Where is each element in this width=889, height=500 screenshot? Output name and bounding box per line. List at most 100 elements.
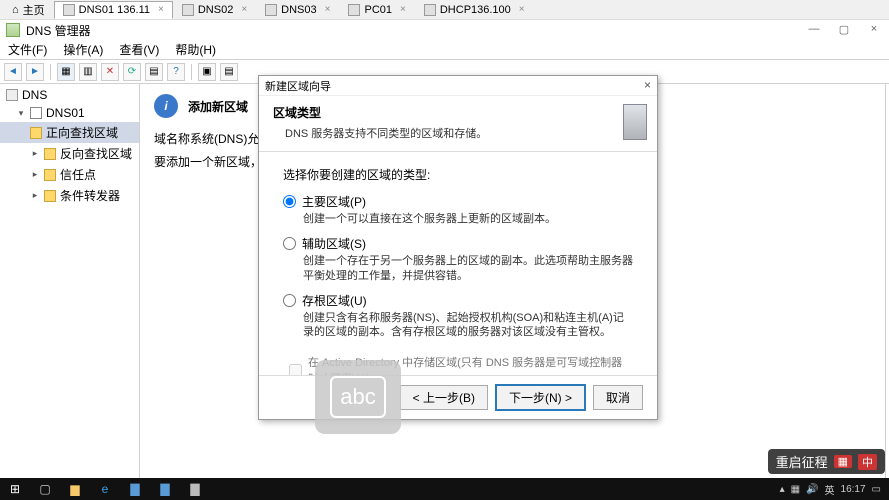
explorer-icon[interactable]: ▆ — [60, 478, 90, 500]
folder-icon — [44, 169, 56, 181]
menu-bar: 文件(F) 操作(A) 查看(V) 帮助(H) — [0, 40, 889, 60]
caret-icon[interactable]: ▸ — [30, 148, 40, 159]
tray-sound-icon[interactable]: 🔊 — [806, 484, 818, 495]
caret-icon[interactable]: ▸ — [30, 190, 40, 201]
ie-icon[interactable]: e — [90, 478, 120, 500]
vm-icon — [424, 4, 436, 16]
maximize-button[interactable]: ▢ — [829, 20, 859, 38]
task-view-icon[interactable]: ▢ — [30, 478, 60, 500]
tree-root-dns[interactable]: DNS — [0, 86, 139, 104]
refresh-button[interactable]: ⟳ — [123, 63, 141, 81]
wizard-prompt: 选择你要创建的区域的类型: — [283, 166, 633, 183]
dns-icon — [6, 89, 18, 101]
tree-label: DNS01 — [46, 106, 85, 120]
close-icon[interactable]: × — [325, 4, 331, 15]
back-button[interactable] — [4, 63, 22, 81]
tray-network-icon[interactable]: ▦ — [791, 484, 800, 495]
system-tray: ▴ ▦ 🔊 英 16:17 ▭ — [780, 482, 889, 497]
wizard-title-bar[interactable]: 新建区域向导 × — [259, 76, 657, 96]
vm-tab-dns02[interactable]: DNS02 × — [173, 1, 256, 19]
ime-indicator: abc — [315, 360, 401, 434]
close-icon[interactable]: × — [400, 4, 406, 15]
tree-server[interactable]: ▾ DNS01 — [0, 104, 139, 122]
menu-view[interactable]: 查看(V) — [119, 41, 159, 58]
folder-icon — [44, 148, 56, 160]
tree-pane: DNS ▾ DNS01 正向查找区域 ▸ 反向查找区域 ▸ 信任点 ▸ 条件转发… — [0, 84, 140, 484]
radio-secondary[interactable] — [283, 237, 296, 250]
caret-icon[interactable]: ▸ — [30, 169, 40, 180]
wizard-body: 选择你要创建的区域的类型: 主要区域(P) 创建一个可以直接在这个服务器上更新的… — [259, 152, 657, 375]
home-icon: ⌂ — [12, 4, 19, 16]
minimize-button[interactable]: — — [799, 20, 829, 38]
server-icon — [30, 107, 42, 119]
tray-clock[interactable]: 16:17 — [841, 484, 866, 495]
tray-notification-icon[interactable]: ▭ — [872, 484, 881, 495]
separator — [191, 64, 192, 80]
vm-tab-dhcp[interactable]: DHCP136.100 × — [415, 1, 534, 19]
vm-icon — [265, 4, 277, 16]
window-controls: — ▢ × — [799, 20, 889, 38]
option-label: 主要区域(P) — [302, 193, 366, 210]
option-stub-zone[interactable]: 存根区域(U) — [283, 292, 633, 309]
vm-icon — [348, 4, 360, 16]
tree-trust-points[interactable]: ▸ 信任点 — [0, 164, 139, 185]
option-secondary-zone[interactable]: 辅助区域(S) — [283, 235, 633, 252]
app-icon-3[interactable]: ▇ — [180, 478, 210, 500]
next-button[interactable]: 下一步(N) > — [496, 385, 585, 410]
tree-forward-zones[interactable]: 正向查找区域 — [0, 122, 139, 143]
vm-tab-label: DHCP136.100 — [440, 4, 511, 16]
tree-reverse-zones[interactable]: ▸ 反向查找区域 — [0, 143, 139, 164]
tray-up-icon[interactable]: ▴ — [780, 484, 785, 495]
tree-conditional-fwd[interactable]: ▸ 条件转发器 — [0, 185, 139, 206]
app-icon-1[interactable]: ▇ — [120, 478, 150, 500]
vm-tab-dns03[interactable]: DNS03 × — [256, 1, 339, 19]
back-button[interactable]: < 上一步(B) — [400, 385, 488, 410]
show-hide-button[interactable]: ▥ — [79, 63, 97, 81]
cancel-button[interactable]: 取消 — [593, 385, 643, 410]
start-button[interactable] — [0, 478, 30, 500]
folder-icon — [44, 190, 56, 202]
radio-primary[interactable] — [283, 195, 296, 208]
vm-tab-home[interactable]: ⌂ 主页 — [3, 0, 54, 21]
right-pane-separator[interactable] — [885, 84, 889, 484]
watermark: 重启征程 ▦ 中 — [768, 449, 885, 474]
option-label: 辅助区域(S) — [302, 235, 366, 252]
vm-tab-bar: ⌂ 主页 DNS01 136.11 × DNS02 × DNS03 × PC01… — [0, 0, 889, 20]
up-button[interactable]: ▦ — [57, 63, 75, 81]
ime-text: abc — [330, 376, 385, 418]
close-icon[interactable]: × — [519, 4, 525, 15]
wizard-title: 新建区域向导 — [265, 78, 331, 94]
menu-file[interactable]: 文件(F) — [8, 41, 47, 58]
vm-tab-pc01[interactable]: PC01 × — [339, 1, 414, 19]
tool-icon-2[interactable]: ▤ — [220, 63, 238, 81]
wizard-close-button[interactable]: × — [644, 78, 651, 92]
option-label: 存根区域(U) — [302, 292, 367, 309]
help-button[interactable]: ? — [167, 63, 185, 81]
watermark-text: 重启征程 — [776, 452, 828, 471]
export-button[interactable]: ▤ — [145, 63, 163, 81]
close-icon[interactable]: × — [158, 4, 164, 15]
window-title-bar: DNS 管理器 — [0, 20, 889, 40]
vm-tab-label: DNS03 — [281, 4, 316, 16]
option-primary-zone[interactable]: 主要区域(P) — [283, 193, 633, 210]
forward-button[interactable] — [26, 63, 44, 81]
app-icon-2[interactable]: ▇ — [150, 478, 180, 500]
tray-ime-icon[interactable]: 英 — [825, 482, 835, 497]
delete-button[interactable]: ✕ — [101, 63, 119, 81]
tool-icon-1[interactable]: ▣ — [198, 63, 216, 81]
caret-icon[interactable]: ▾ — [16, 108, 26, 119]
tree-label: 条件转发器 — [60, 187, 120, 204]
folder-icon — [30, 127, 42, 139]
menu-action[interactable]: 操作(A) — [63, 41, 103, 58]
tree-label: 信任点 — [60, 166, 96, 183]
window-title: DNS 管理器 — [26, 22, 91, 39]
menu-help[interactable]: 帮助(H) — [175, 41, 216, 58]
wizard-header-sub: DNS 服务器支持不同类型的区域和存储。 — [285, 125, 643, 141]
vm-tab-dns01[interactable]: DNS01 136.11 × — [54, 1, 173, 19]
content-heading: 添加新区域 — [188, 98, 248, 115]
close-button[interactable]: × — [859, 20, 889, 38]
close-icon[interactable]: × — [241, 4, 247, 15]
server-graphic-icon — [623, 104, 647, 140]
radio-stub[interactable] — [283, 294, 296, 307]
dns-manager-icon — [6, 23, 20, 37]
